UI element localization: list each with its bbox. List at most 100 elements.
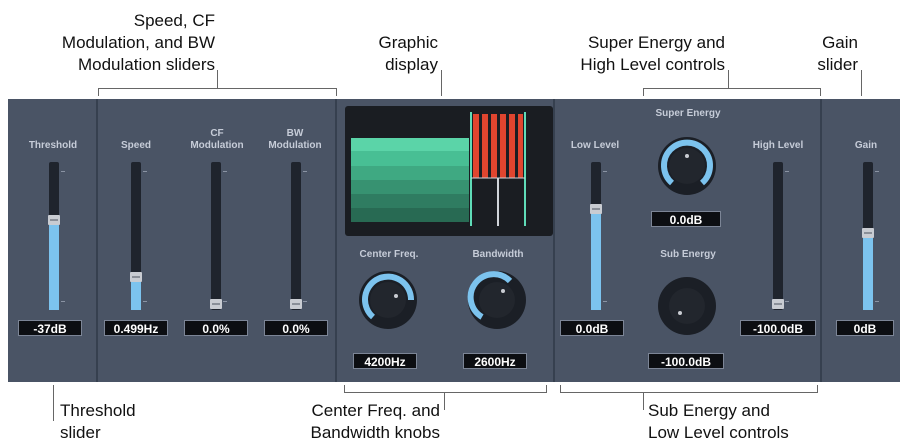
slider-tick	[143, 301, 147, 302]
threshold-slider[interactable]	[48, 162, 60, 310]
bracket-line	[820, 88, 821, 96]
callout-line: Modulation, and BW	[61, 33, 215, 52]
low-level-label: Low Level	[570, 140, 620, 151]
slider-tick	[223, 301, 227, 302]
center-freq-value[interactable]: 4200Hz	[353, 353, 417, 369]
threshold-slider-handle[interactable]	[48, 214, 60, 225]
display-red-bar	[509, 114, 515, 178]
callout-line: Gain	[822, 33, 858, 52]
slider-tick	[785, 171, 789, 172]
high-level-slider[interactable]	[772, 162, 784, 310]
low-level-slider-fill	[591, 208, 601, 310]
bracket-line	[643, 392, 644, 410]
display-band	[351, 166, 469, 180]
callout-sub-low: Sub Energy and Low Level controls	[648, 400, 868, 444]
label-line: Modulation	[268, 140, 322, 151]
bracket-line	[344, 392, 547, 393]
slider-tick	[303, 171, 307, 172]
speed-slider[interactable]	[130, 162, 142, 310]
bracket-line	[217, 70, 218, 88]
gain-slider[interactable]	[862, 162, 874, 310]
display-red-bar	[500, 114, 506, 178]
threshold-label: Threshold	[28, 140, 78, 151]
label-line: CF	[210, 128, 224, 139]
section-divider	[820, 99, 822, 382]
cf-modulation-slider-handle[interactable]	[210, 299, 222, 309]
callout-line: Super Energy and	[587, 33, 725, 52]
bw-modulation-value[interactable]: 0.0%	[264, 320, 328, 336]
slider-tick	[223, 171, 227, 172]
callout-line: slider	[60, 423, 101, 442]
gain-slider-fill	[863, 233, 873, 310]
slider-tick	[603, 301, 607, 302]
bracket-line	[817, 385, 818, 393]
threshold-value[interactable]: -37dB	[18, 320, 82, 336]
bw-modulation-slider[interactable]	[290, 162, 302, 310]
sub-energy-knob[interactable]	[656, 275, 718, 337]
super-energy-value[interactable]: 0.0dB	[651, 211, 721, 227]
display-red-bar	[473, 114, 479, 178]
center-freq-label: Center Freq.	[359, 249, 419, 260]
callout-line: Sub Energy and	[648, 401, 770, 420]
callout-line: Bandwidth knobs	[310, 423, 440, 442]
low-level-value[interactable]: 0.0dB	[560, 320, 624, 336]
bandwidth-value[interactable]: 2600Hz	[463, 353, 527, 369]
sub-energy-value[interactable]: -100.0dB	[648, 353, 724, 369]
gain-value[interactable]: 0dB	[836, 320, 894, 336]
gain-label: Gain	[854, 140, 878, 151]
callout-line: Threshold	[60, 401, 136, 420]
speed-value[interactable]: 0.499Hz	[104, 320, 168, 336]
callout-line: slider	[817, 55, 858, 74]
slider-tick	[303, 301, 307, 302]
cf-modulation-label: CF Modulation	[180, 128, 254, 152]
bandwidth-knob[interactable]	[466, 269, 528, 331]
bracket-line	[643, 88, 644, 96]
bracket-line	[861, 70, 862, 96]
display-band	[351, 151, 469, 166]
callout-line: Speed, CF	[133, 11, 215, 30]
slider-tick	[603, 171, 607, 172]
speed-slider-handle[interactable]	[130, 271, 142, 282]
bw-modulation-slider-handle[interactable]	[290, 299, 302, 309]
bracket-line	[336, 88, 337, 96]
bracket-line	[344, 385, 345, 393]
display-red-bar	[482, 114, 488, 178]
slider-tick	[875, 171, 879, 172]
slider-tick	[143, 171, 147, 172]
callout-line: High Level controls	[580, 55, 725, 74]
center-freq-knob[interactable]	[357, 269, 419, 331]
callout-gain: Gain slider	[790, 32, 858, 76]
display-band	[351, 208, 469, 222]
callout-super-high: Super Energy and High Level controls	[555, 32, 725, 76]
bracket-line	[643, 88, 821, 89]
callout-line: Modulation sliders	[77, 55, 215, 74]
super-energy-knob[interactable]	[656, 135, 718, 197]
graphic-display-canvas	[351, 112, 526, 226]
plugin-panel: Threshold -37dB Speed 0.499Hz CF Modulat…	[8, 99, 900, 382]
bracket-line	[560, 385, 561, 393]
callout-threshold: Threshold slider	[60, 400, 220, 444]
gain-slider-handle[interactable]	[862, 228, 874, 239]
threshold-slider-fill	[49, 219, 59, 310]
slider-tick	[61, 301, 65, 302]
high-level-slider-handle[interactable]	[772, 299, 784, 309]
bracket-line	[728, 70, 729, 88]
slider-tick	[875, 301, 879, 302]
display-red-bar	[491, 114, 497, 178]
slider-tick	[61, 171, 65, 172]
graphic-display	[345, 106, 553, 236]
low-level-slider-handle[interactable]	[590, 203, 602, 214]
bracket-line	[441, 70, 442, 96]
cf-modulation-slider[interactable]	[210, 162, 222, 310]
cf-modulation-value[interactable]: 0.0%	[184, 320, 248, 336]
high-level-label: High Level	[752, 140, 804, 151]
display-band	[351, 194, 469, 208]
display-band	[351, 138, 469, 151]
speed-label: Speed	[120, 140, 151, 151]
super-energy-label: Super Energy	[655, 108, 721, 119]
section-divider	[553, 99, 555, 382]
high-level-value[interactable]: -100.0dB	[740, 320, 816, 336]
low-level-slider[interactable]	[590, 162, 602, 310]
callout-center-bandwidth: Center Freq. and Bandwidth knobs	[250, 400, 440, 444]
callout-speed-cf-bw: Speed, CF Modulation, and BW Modulation …	[20, 10, 215, 76]
